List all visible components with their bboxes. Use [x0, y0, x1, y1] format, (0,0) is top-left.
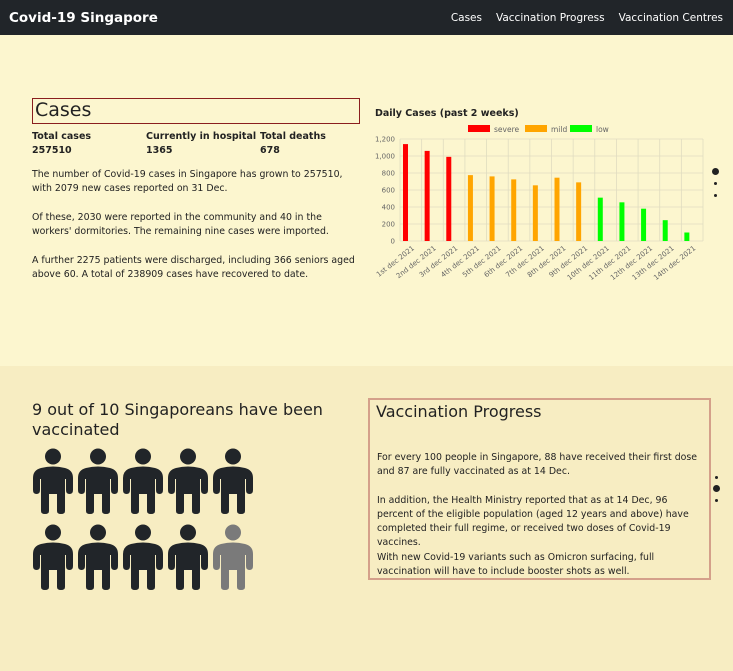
- person-icon: [167, 524, 209, 590]
- person-icon: [77, 448, 119, 514]
- bar[interactable]: [403, 144, 408, 241]
- cases-paragraph: The number of Covid-19 cases in Singapor…: [32, 169, 343, 194]
- person-icon: [122, 524, 164, 590]
- y-tick-label: 600: [382, 187, 395, 195]
- bar[interactable]: [554, 177, 560, 241]
- bar[interactable]: [467, 175, 473, 241]
- nav-links: Cases Vaccination Progress Vaccination C…: [437, 12, 723, 24]
- cases-paragraph: Of these, 2030 were reported in the comm…: [32, 212, 329, 237]
- stat-total-deaths: Total deaths 678: [260, 130, 326, 158]
- stat-label: Total deaths: [260, 131, 326, 142]
- bar[interactable]: [424, 150, 430, 241]
- bar[interactable]: [576, 182, 582, 241]
- stat-label: Currently in hospital: [146, 131, 257, 142]
- bar[interactable]: [619, 202, 625, 241]
- legend-swatch-low[interactable]: [570, 125, 592, 132]
- y-tick-label: 400: [382, 204, 395, 212]
- person-icon: [212, 524, 254, 590]
- stat-label: Total cases: [32, 131, 92, 142]
- person-icon: [212, 448, 254, 514]
- stat-value: 1365: [146, 145, 173, 156]
- stat-value: 257510: [32, 145, 72, 156]
- chart-title: Daily Cases (past 2 weeks): [375, 108, 519, 119]
- legend-label-severe[interactable]: severe: [494, 125, 519, 134]
- y-tick-label: 0: [391, 238, 395, 246]
- person-icon: [77, 524, 119, 590]
- stat-total-cases: Total cases 257510: [32, 130, 91, 158]
- bar[interactable]: [532, 185, 538, 241]
- bar[interactable]: [684, 232, 690, 242]
- navbar: Covid-19 Singapore Cases Vaccination Pro…: [0, 0, 733, 35]
- legend-label-mild[interactable]: mild: [551, 125, 567, 134]
- bar[interactable]: [662, 220, 668, 241]
- brand-logo[interactable]: Covid-19 Singapore: [9, 10, 158, 26]
- vaccination-paragraph: In addition, the Health Ministry reporte…: [377, 495, 689, 548]
- bar[interactable]: [641, 208, 647, 241]
- legend-swatch-mild[interactable]: [525, 125, 547, 132]
- y-tick-label: 1,000: [375, 153, 395, 161]
- cases-paragraph: A further 2275 patients were discharged,…: [32, 255, 355, 280]
- person-icon: [32, 524, 74, 590]
- y-tick-label: 200: [382, 221, 395, 229]
- legend-label-low[interactable]: low: [596, 125, 609, 134]
- cases-title: Cases: [32, 98, 360, 124]
- nav-link-vaccination-centres[interactable]: Vaccination Centres: [619, 12, 723, 24]
- person-icon: [32, 448, 74, 514]
- carousel-dot[interactable]: [715, 499, 718, 502]
- nav-link-cases[interactable]: Cases: [451, 12, 482, 24]
- y-tick-label: 1,200: [375, 136, 395, 144]
- stat-value: 678: [260, 145, 280, 156]
- vaccination-paragraph: With new Covid-19 variants such as Omicr…: [377, 552, 655, 577]
- vaccination-paragraph: For every 100 people in Singapore, 88 ha…: [377, 452, 698, 477]
- bar[interactable]: [511, 179, 517, 241]
- legend-swatch-severe[interactable]: [468, 125, 490, 132]
- carousel-dot-active[interactable]: [713, 485, 720, 492]
- carousel-dot[interactable]: [714, 194, 717, 197]
- nav-link-vaccination-progress[interactable]: Vaccination Progress: [496, 12, 605, 24]
- bar[interactable]: [446, 156, 452, 241]
- bar[interactable]: [597, 197, 603, 241]
- vaccination-progress-title: Vaccination Progress: [376, 402, 542, 421]
- carousel-dot[interactable]: [715, 476, 718, 479]
- y-tick-label: 800: [382, 170, 395, 178]
- bar[interactable]: [489, 176, 495, 241]
- vaccination-headline: 9 out of 10 Singaporeans have been vacci…: [32, 400, 323, 439]
- daily-cases-chart: severe mild low02004006008001,0001,2001st …: [375, 125, 704, 282]
- carousel-dot-active[interactable]: [712, 168, 719, 175]
- person-icon: [122, 448, 164, 514]
- carousel-dot[interactable]: [714, 182, 717, 185]
- person-icon: [167, 448, 209, 514]
- stat-in-hospital: Currently in hospital 1365: [146, 130, 256, 158]
